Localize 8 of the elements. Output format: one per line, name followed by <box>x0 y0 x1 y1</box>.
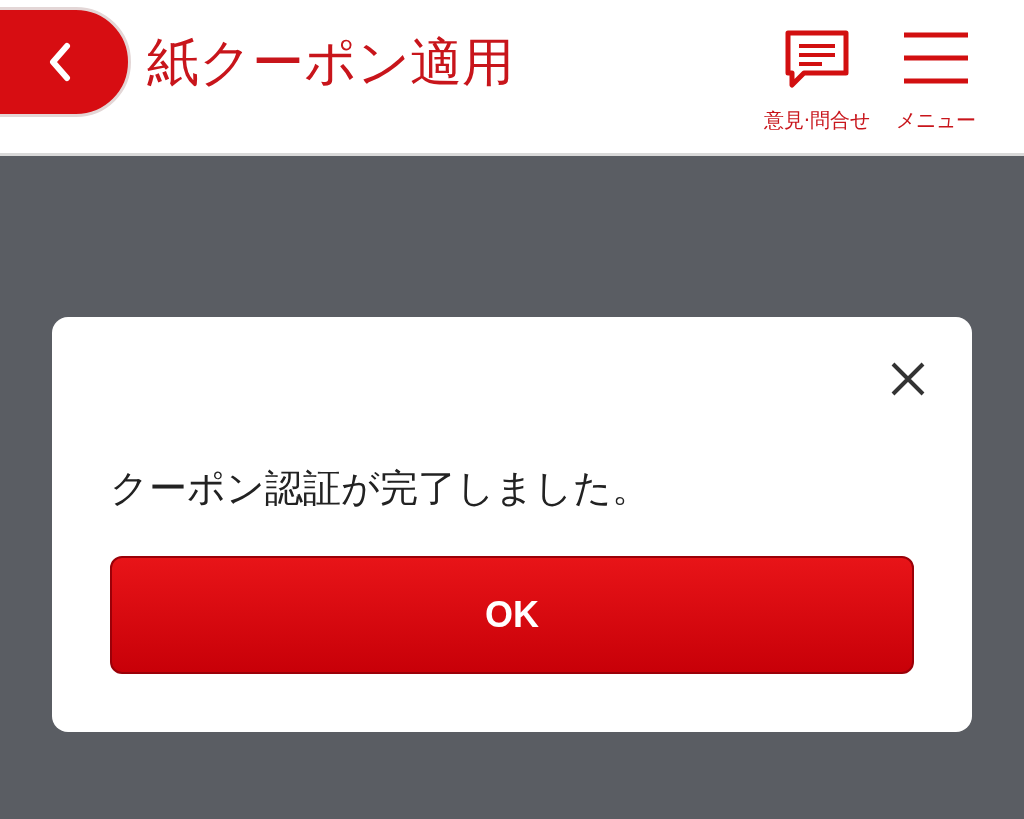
speech-bubble-icon <box>783 29 850 89</box>
back-button[interactable] <box>0 6 131 117</box>
ok-button[interactable]: OK <box>110 556 914 674</box>
page-title: 紙クーポン適用 <box>147 30 515 94</box>
dialog-message: クーポン認証が完了しました。 <box>110 465 651 512</box>
close-icon[interactable] <box>890 361 926 397</box>
feedback-button[interactable]: 意見·問合せ <box>763 29 870 134</box>
menu-button[interactable]: メニュー <box>896 29 976 134</box>
